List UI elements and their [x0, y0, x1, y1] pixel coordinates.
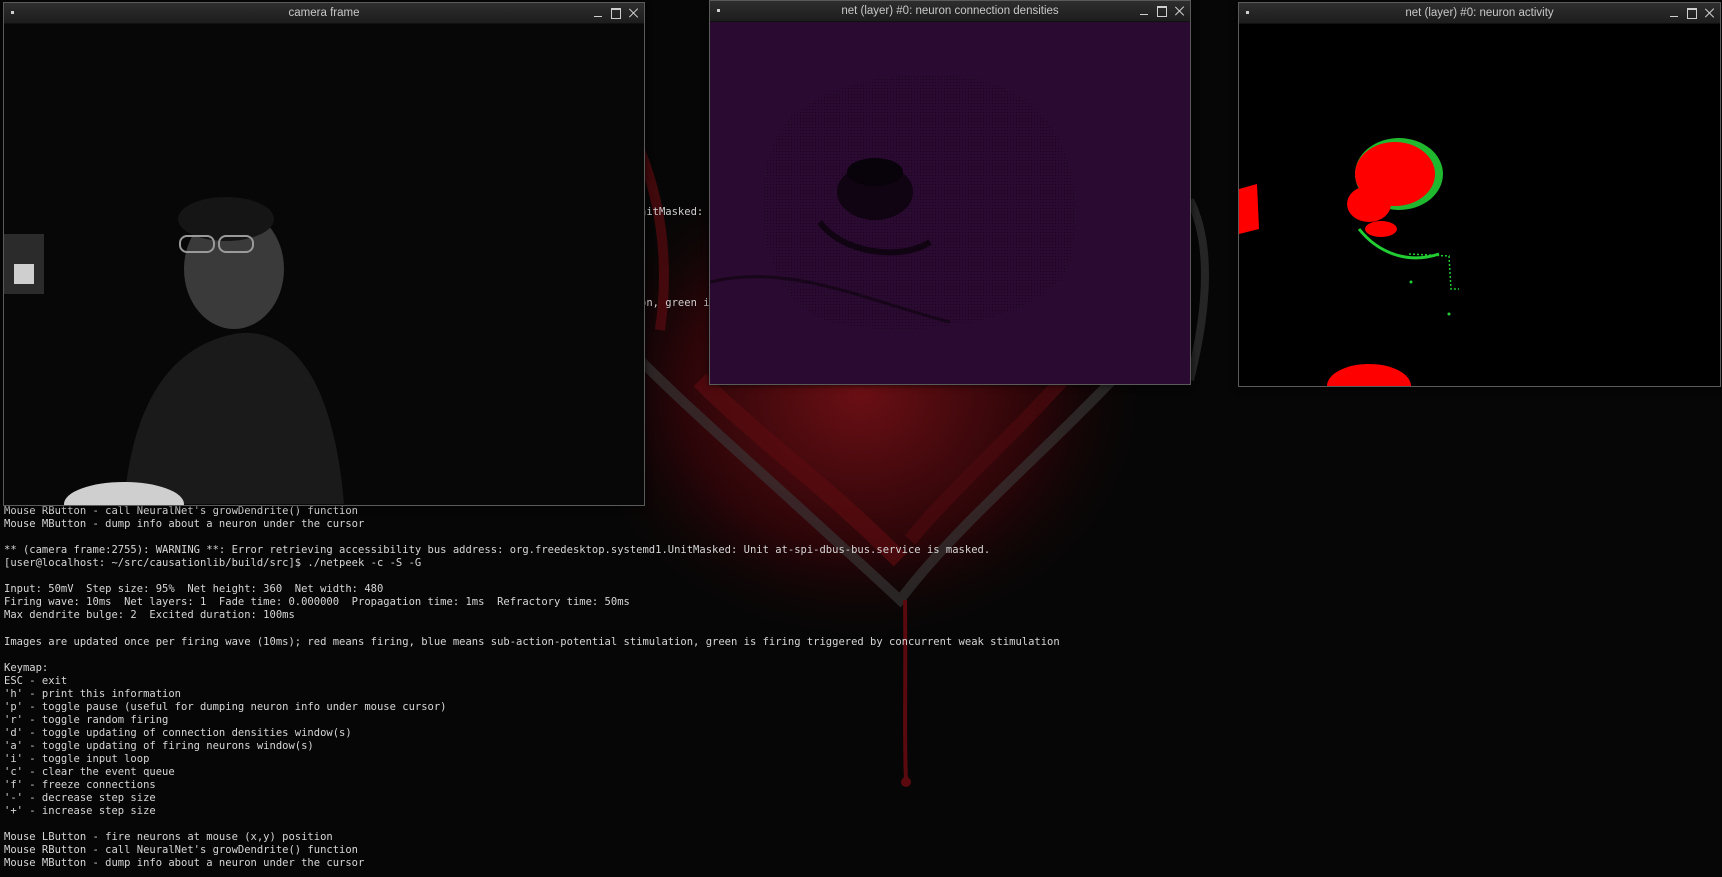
terminal-line: Mouse RButton - call NeuralNet's growDen… [4, 505, 359, 517]
window-title: camera frame [288, 7, 360, 19]
window-titlebar[interactable]: net (layer) #0: neuron connection densit… [710, 1, 1190, 22]
window-menu-icon[interactable] [1246, 11, 1249, 14]
maximize-icon[interactable] [610, 7, 622, 19]
close-icon[interactable] [628, 7, 640, 19]
window-titlebar[interactable]: camera frame [4, 3, 644, 24]
terminal-peek-text: on, green i [640, 297, 710, 309]
densities-image [710, 22, 1190, 384]
window-menu-icon[interactable] [717, 9, 720, 12]
densities-map [710, 22, 1190, 384]
terminal-line: Mouse MButton - dump info about a neuron… [4, 518, 365, 531]
terminal-line: 'r' - toggle random firing [4, 713, 169, 726]
terminal-line: Keymap: [4, 661, 49, 674]
minimize-icon[interactable] [1668, 7, 1680, 19]
terminal-line: Mouse LButton - fire neurons at mouse (x… [4, 831, 333, 844]
terminal-line: 'i' - toggle input loop [4, 752, 150, 765]
window-title: net (layer) #0: neuron connection densit… [841, 5, 1059, 17]
maximize-icon[interactable] [1156, 5, 1168, 17]
terminal-line: Mouse MButton - dump info about a neuron… [4, 857, 365, 870]
connection-densities-window[interactable]: net (layer) #0: neuron connection densit… [709, 0, 1191, 385]
terminal-line: ** (camera frame:2755): WARNING **: Erro… [4, 544, 991, 557]
terminal-line: 'f' - freeze connections [4, 779, 156, 792]
window-titlebar[interactable]: net (layer) #0: neuron activity [1239, 3, 1720, 24]
terminal-line: '-' - decrease step size [4, 792, 156, 805]
terminal-line: '+' - increase step size [4, 805, 156, 818]
close-icon[interactable] [1704, 7, 1716, 19]
maximize-icon[interactable] [1686, 7, 1698, 19]
terminal-line: 'a' - toggle updating of firing neurons … [4, 739, 314, 752]
camera-photo [4, 24, 644, 505]
terminal-peek-text: nitMasked: U [640, 206, 716, 218]
terminal-line: 'd' - toggle updating of connection dens… [4, 726, 352, 739]
camera-frame-window[interactable]: camera frame [3, 2, 645, 506]
minimize-icon[interactable] [592, 7, 604, 19]
camera-image [4, 24, 644, 505]
terminal-line: Images are updated once per firing wave … [4, 635, 1060, 648]
terminal-line: Max dendrite bulge: 2 Excited duration: … [4, 609, 295, 622]
window-menu-icon[interactable] [11, 11, 14, 14]
terminal-line: 'h' - print this information [4, 687, 182, 700]
activity-image [1239, 24, 1720, 386]
terminal-line: 'c' - clear the event queue [4, 766, 175, 778]
terminal-line: Firing wave: 10ms Net layers: 1 Fade tim… [4, 596, 630, 609]
close-icon[interactable] [1174, 5, 1186, 17]
activity-map [1239, 24, 1720, 386]
terminal-line: ESC - exit [4, 674, 68, 687]
minimize-icon[interactable] [1138, 5, 1150, 17]
terminal-line: Input: 50mV Step size: 95% Net height: 3… [4, 583, 384, 596]
terminal-line: Mouse RButton - call NeuralNet's growDen… [4, 844, 359, 857]
window-title: net (layer) #0: neuron activity [1405, 7, 1554, 19]
neuron-activity-window[interactable]: net (layer) #0: neuron activity [1238, 2, 1721, 387]
terminal-line: 'p' - toggle pause (useful for dumping n… [4, 700, 447, 713]
terminal-line: [user@localhost: ~/src/causationlib/buil… [4, 557, 422, 570]
